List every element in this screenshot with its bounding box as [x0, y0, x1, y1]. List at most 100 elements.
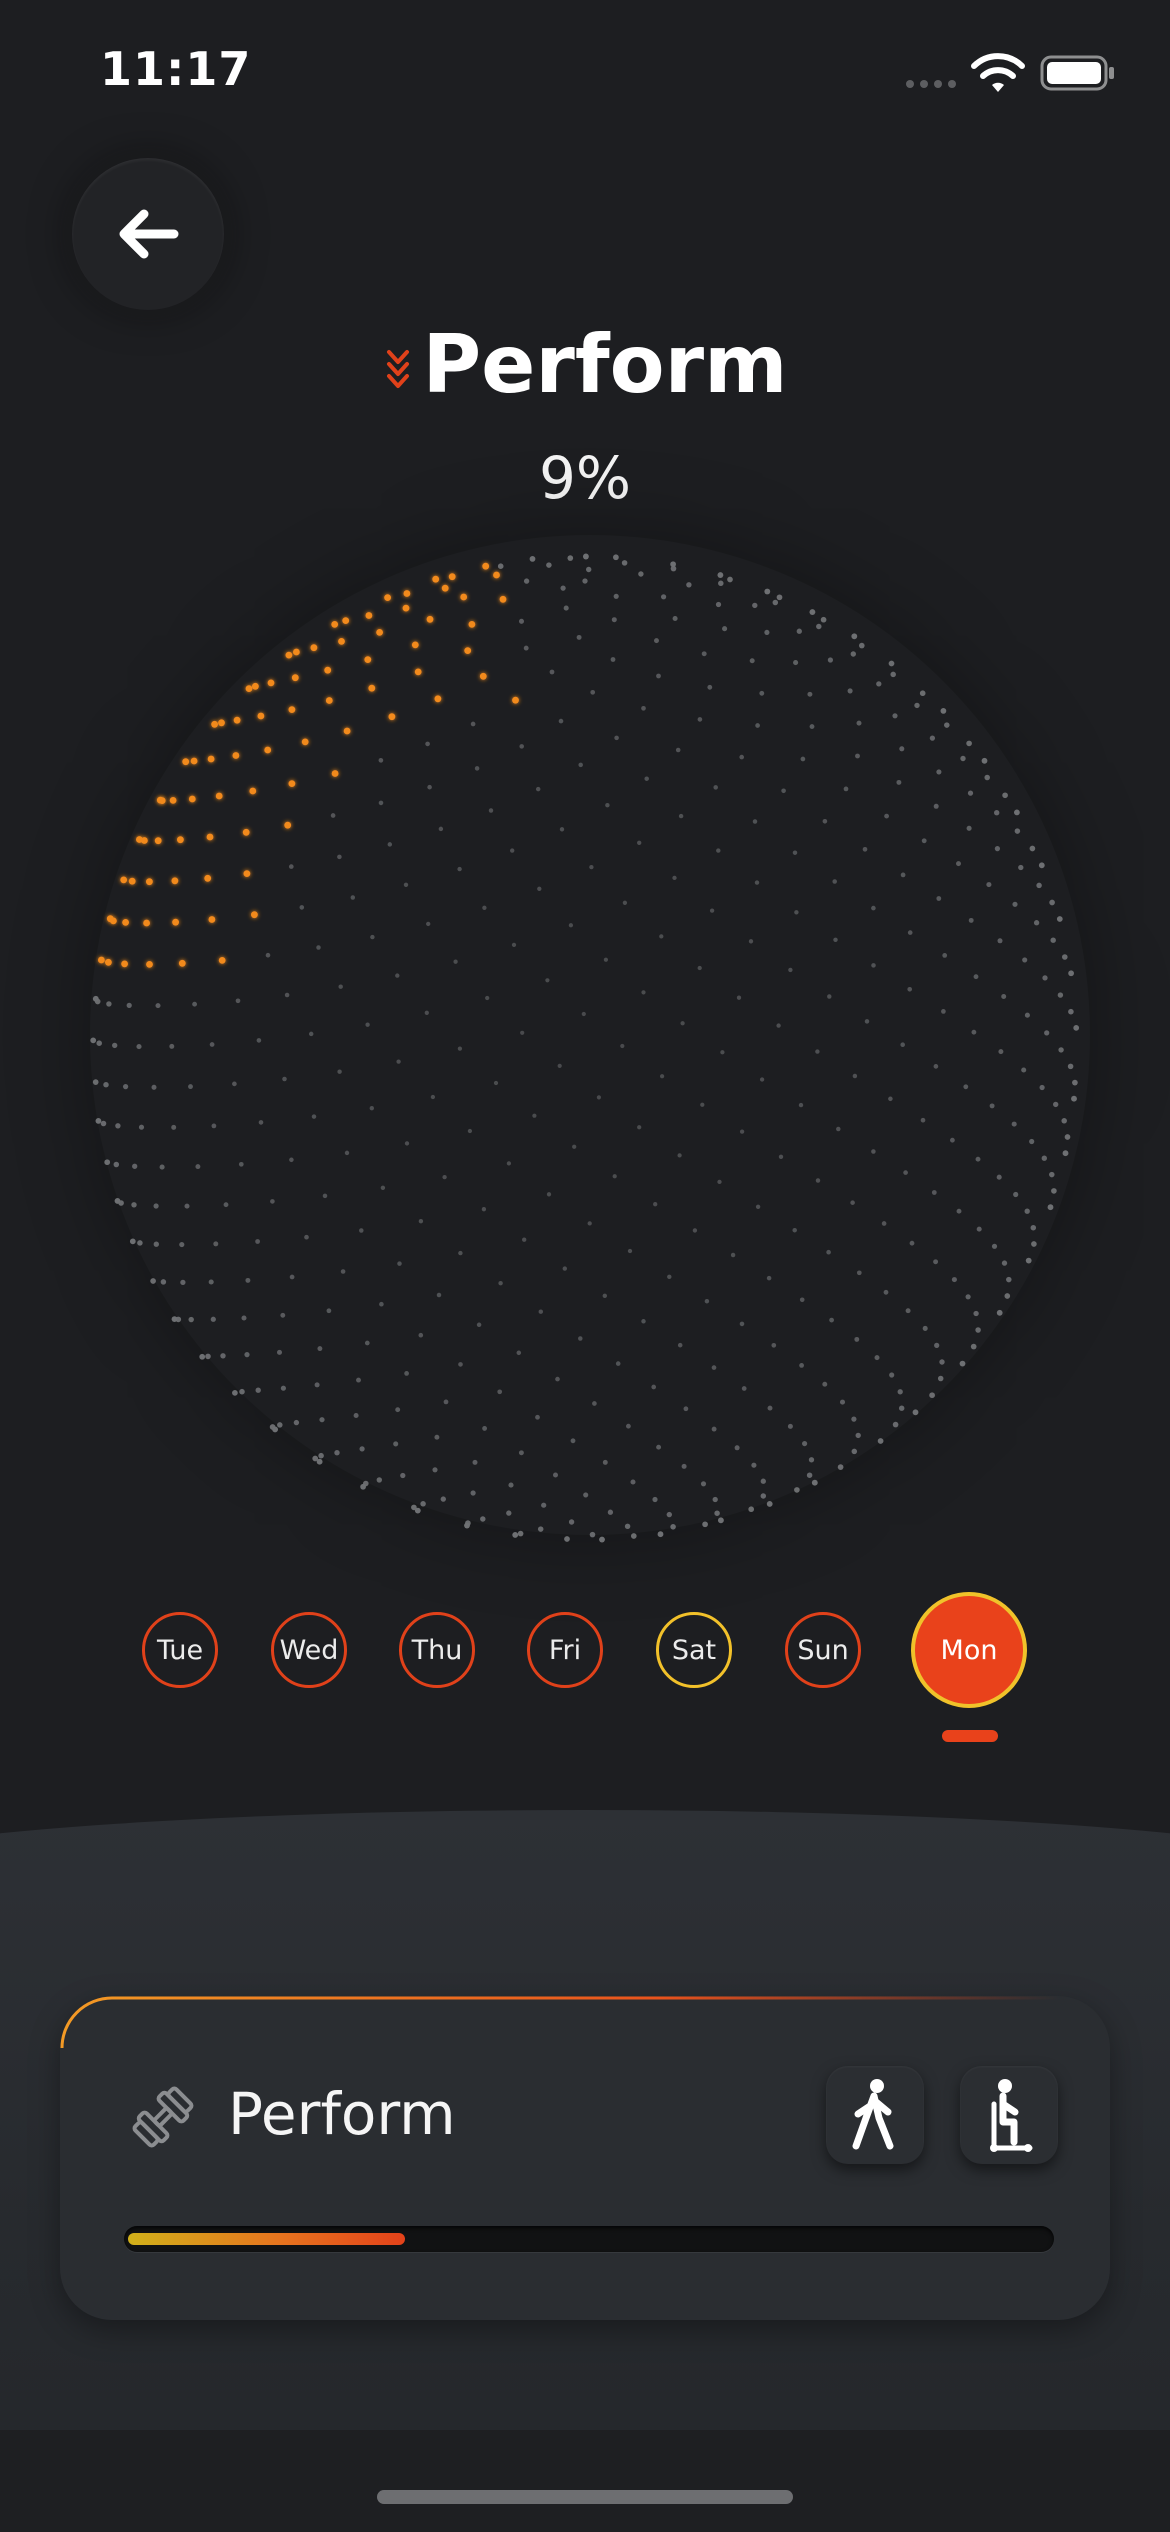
- globe-dot: [414, 1507, 421, 1514]
- globe-progress-dot: [218, 957, 226, 964]
- globe-dot: [727, 576, 733, 583]
- globe-dot: [641, 1319, 646, 1324]
- walk-button[interactable]: [826, 2066, 924, 2164]
- globe-dot: [711, 1365, 717, 1370]
- globe-progress-dot: [301, 738, 309, 746]
- globe-dot: [582, 553, 589, 560]
- globe-dot: [809, 609, 816, 616]
- globe-dot: [506, 1510, 512, 1516]
- globe-dot: [998, 1049, 1004, 1055]
- globe-dot: [523, 645, 529, 651]
- globe-progress-dot: [468, 621, 476, 628]
- globe-dot: [966, 825, 972, 831]
- globe-dot: [759, 690, 765, 696]
- globe-dot: [670, 561, 676, 568]
- globe-dot: [599, 1536, 605, 1543]
- back-button[interactable]: [72, 158, 224, 310]
- day-wed-button[interactable]: Wed: [271, 1612, 347, 1688]
- globe-dot: [1036, 882, 1042, 889]
- globe-dot: [289, 1274, 295, 1280]
- globe-dot: [395, 1407, 401, 1413]
- globe-dot: [1038, 862, 1045, 869]
- globe-dot: [960, 755, 966, 762]
- globe-dot: [192, 1001, 198, 1007]
- day-selector: Tue Wed Thu Fri Sat Sun Mon: [0, 1590, 1170, 1720]
- globe-dot: [899, 746, 905, 752]
- globe-dot: [781, 788, 786, 794]
- globe-dot: [794, 1487, 800, 1493]
- globe-dot: [871, 1149, 876, 1154]
- globe-progress-dot: [411, 641, 419, 649]
- globe-dot: [518, 1450, 524, 1456]
- globe-dot: [288, 864, 294, 869]
- globe-dot: [519, 744, 524, 749]
- day-fri-button[interactable]: Fri: [527, 1612, 603, 1688]
- globe-dot: [532, 1113, 537, 1118]
- globe-dot: [864, 1019, 870, 1024]
- globe-dot: [299, 905, 305, 910]
- globe-dot: [666, 1511, 672, 1518]
- globe-dot: [778, 1154, 784, 1159]
- globe-dot: [766, 1500, 773, 1507]
- globe-dot: [656, 1444, 662, 1450]
- day-tue-button[interactable]: Tue: [142, 1612, 218, 1688]
- day-mon-button[interactable]: Mon: [911, 1592, 1027, 1708]
- globe-dot: [1057, 992, 1064, 998]
- globe-dot: [637, 840, 642, 845]
- globe-dot: [973, 1310, 979, 1317]
- globe-progress-dot: [249, 787, 257, 795]
- globe-progress-dot: [434, 695, 442, 703]
- wifi-icon: [971, 53, 1025, 92]
- globe-dot: [453, 959, 458, 964]
- globe-dot: [481, 1207, 487, 1212]
- globe-dot: [892, 713, 898, 719]
- globe-dot: [971, 1029, 977, 1035]
- globe-progress-dot: [324, 666, 332, 674]
- globe-dot: [106, 1001, 112, 1007]
- globe-dot: [244, 1352, 250, 1358]
- globe-dot: [255, 1239, 260, 1244]
- globe-dot: [443, 1399, 449, 1405]
- globe-dot: [827, 994, 832, 999]
- globe-dot: [1018, 864, 1024, 871]
- globe-dot: [700, 1102, 705, 1107]
- globe-dot: [739, 754, 745, 760]
- globe-dot: [697, 965, 702, 971]
- globe-dot: [535, 786, 541, 792]
- globe-progress-dot: [288, 706, 296, 713]
- globe-dot: [436, 1292, 442, 1298]
- globe-dot: [626, 1423, 631, 1429]
- globe-dot: [612, 1174, 617, 1179]
- globe-dot: [518, 618, 525, 624]
- scooter-button[interactable]: [960, 2066, 1058, 2164]
- day-sun-button[interactable]: Sun: [785, 1612, 861, 1688]
- globe-dot: [538, 1309, 544, 1314]
- globe-dot: [132, 1163, 138, 1169]
- globe-dot: [883, 1289, 889, 1295]
- day-thu-button[interactable]: Thu: [399, 1612, 475, 1688]
- globe-dot: [799, 1297, 805, 1303]
- globe-dot: [613, 554, 619, 561]
- globe-dot: [420, 1501, 426, 1507]
- home-indicator[interactable]: [377, 2490, 793, 2504]
- globe-dot: [353, 1412, 359, 1419]
- globe-progress-dot: [499, 595, 507, 603]
- globe-dot: [622, 900, 628, 905]
- globe-dot: [322, 1193, 328, 1199]
- globe-dot: [552, 1472, 559, 1478]
- globe-dot: [529, 556, 536, 562]
- double-chevron-down-icon: [386, 349, 409, 388]
- globe-dot: [209, 1042, 215, 1047]
- globe-dot: [476, 1322, 482, 1328]
- globe-dot: [850, 651, 856, 657]
- day-sat-button[interactable]: Sat: [656, 1612, 732, 1688]
- globe-dot: [359, 1446, 365, 1452]
- globe-dot: [326, 1308, 332, 1314]
- globe-dot: [692, 1228, 698, 1233]
- globe-dot: [311, 1114, 317, 1119]
- globe-dot: [794, 910, 799, 915]
- globe-dot: [160, 1279, 167, 1285]
- globe-dot: [759, 1077, 765, 1082]
- globe-dot: [808, 1457, 815, 1463]
- globe-dot: [280, 1312, 286, 1318]
